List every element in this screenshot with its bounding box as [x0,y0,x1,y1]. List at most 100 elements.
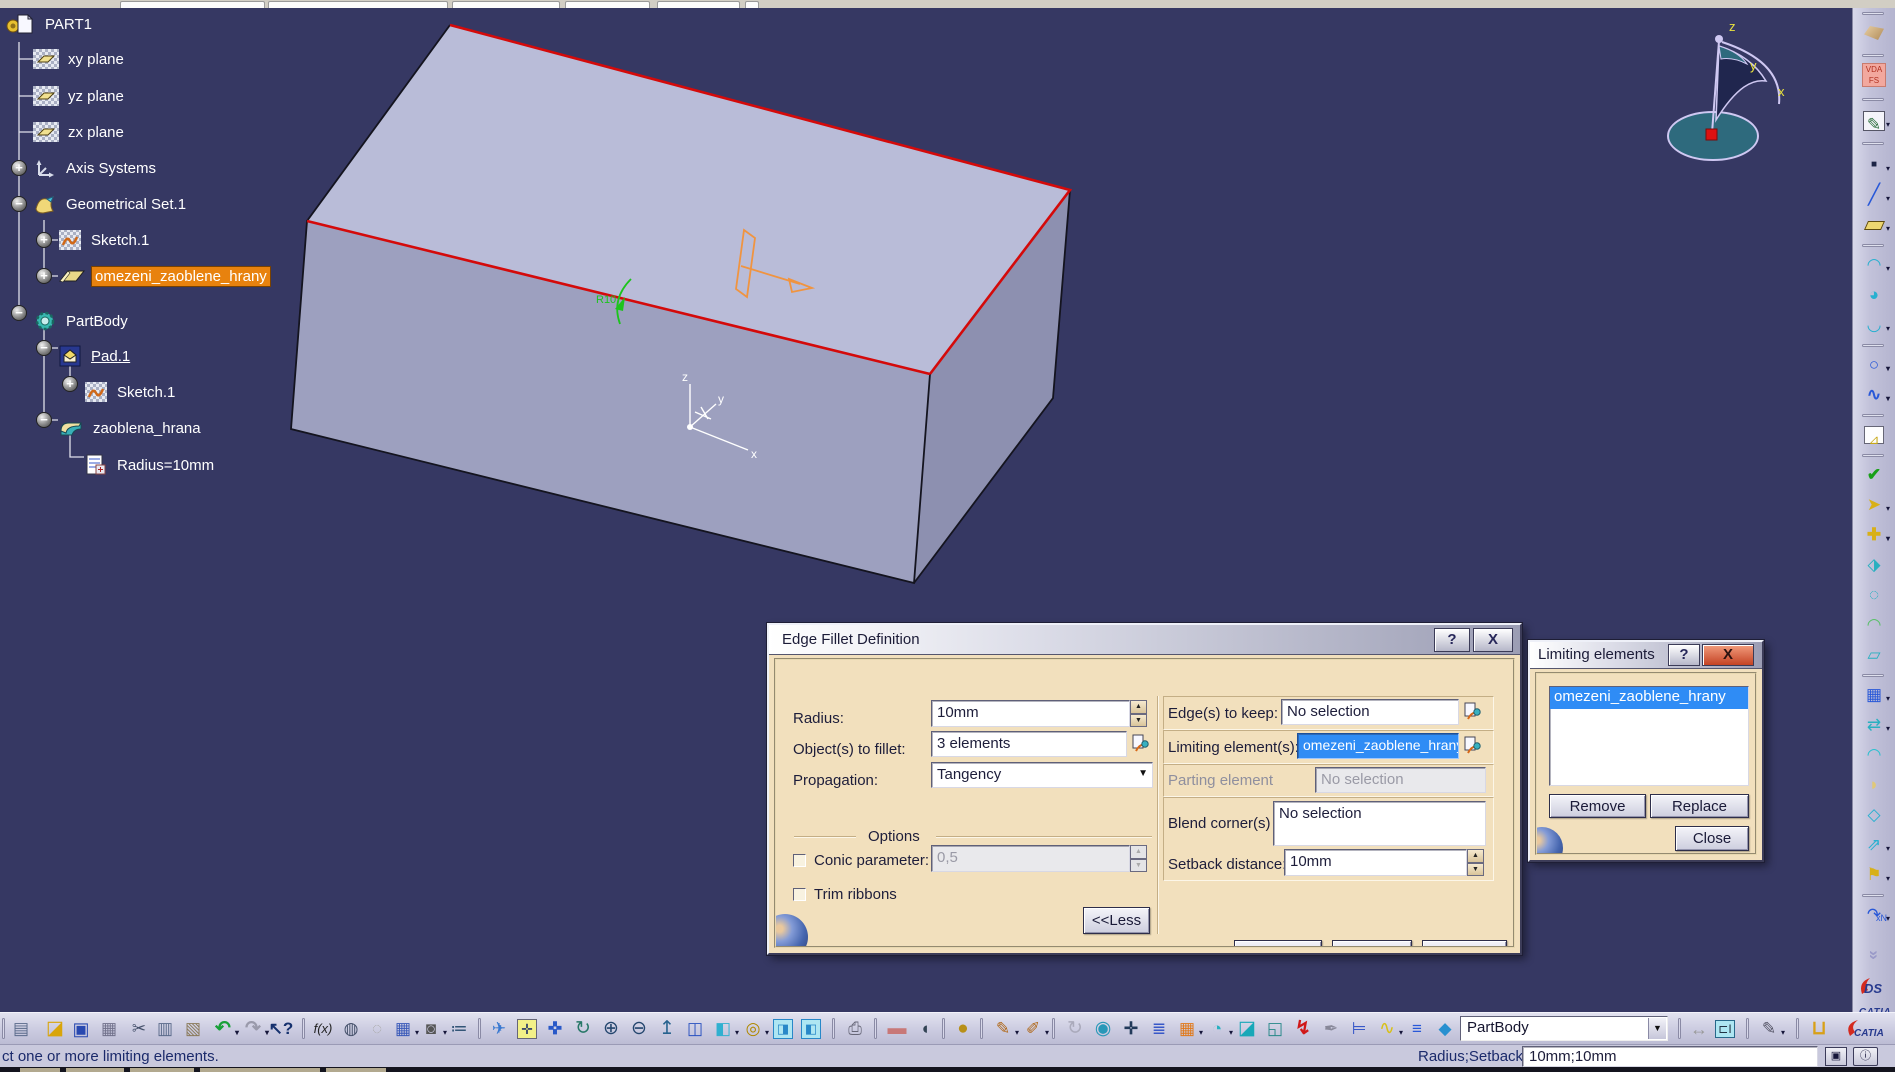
redo-icon[interactable]: ↷▾ [240,1016,266,1042]
knowledge-template-icon[interactable]: ✒ [1318,1016,1344,1042]
new-document-icon[interactable]: ▤ [8,1016,34,1042]
chevron-down-icon[interactable]: ▼ [1138,768,1148,779]
generative-swoosh-icon[interactable]: ∿▾ [1374,1016,1400,1042]
pattern-icon[interactable]: ▦▾ [1861,682,1887,708]
dialog-toggle-button[interactable]: ▣ [1825,1047,1847,1066]
spline-icon[interactable]: ∿▾ [1861,382,1887,408]
tree-item-partbody[interactable]: PartBody [33,309,131,333]
ok-button[interactable]: OK [1234,940,1322,948]
edge-fillet-dialog-titlebar[interactable]: Edge Fillet Definition [769,625,1520,655]
less-button[interactable]: <<Less [1083,907,1150,934]
setback-spinner[interactable]: ▲▼ [1467,849,1484,876]
tree-item-geometrical-set[interactable]: Geometrical Set.1 [33,192,189,216]
revolve-surface-icon[interactable]: ◕ [1861,282,1887,308]
boundary-icon[interactable]: ◠ [1861,612,1887,638]
shading-mode-icon[interactable]: ◎▾ [740,1016,766,1042]
active-workbench-icon[interactable] [1861,20,1887,46]
tree-item-axis-systems[interactable]: Axis Systems [33,156,159,180]
toolbar-handle[interactable] [2,1018,5,1039]
expander-partbody[interactable] [11,305,27,321]
edges-to-keep-input[interactable]: No selection [1281,699,1459,725]
toolbar-handle[interactable] [1862,98,1884,101]
tree-item-sketch1[interactable]: Sketch.1 [58,228,152,252]
tree-item-zx-plane[interactable]: zx plane [33,120,127,144]
formula-fx-icon[interactable]: f(x) [310,1016,336,1042]
dome-icon[interactable]: ◠ [1861,742,1887,768]
radius-input[interactable]: 10mm [931,700,1130,727]
unfold-icon[interactable]: ◇ [1861,802,1887,828]
swoosh-arrow-icon[interactable]: ➤▾ [1861,492,1887,518]
expander-pad1[interactable] [36,340,52,356]
ruler-measure-icon[interactable]: ▬ [884,1016,910,1042]
info-button[interactable]: ⓘ [1853,1047,1878,1066]
sweep-surface-icon[interactable]: ◡▾ [1861,312,1887,338]
copy-icon[interactable]: ▥ [152,1016,178,1042]
tree-item-xy-plane[interactable]: xy plane [33,47,127,71]
expander-sketch1[interactable] [36,232,52,248]
expander-omezeni[interactable] [36,268,52,284]
measure-inertia-icon[interactable]: ● [950,1016,976,1042]
tree-item-zaoblena-hrana[interactable]: zaoblena_hrana [58,416,204,440]
measure-item-icon[interactable]: ⊏I [1712,1016,1738,1042]
extrude-surface-icon[interactable]: ◠▾ [1861,252,1887,278]
axis-system-icon[interactable]: ✛ [1118,1016,1144,1042]
plane-icon[interactable]: ▾ [1861,212,1887,238]
multi-view-icon[interactable]: ◫ [682,1016,708,1042]
extract-icon[interactable]: ▱ [1861,642,1887,668]
body-selector-combo[interactable]: PartBody ▼ [1460,1016,1668,1041]
zoom-in-icon[interactable]: ⊕ [598,1016,624,1042]
point-icon[interactable]: ■▾ [1861,152,1887,178]
cut-icon[interactable]: ✂ [126,1016,152,1042]
tree-item-part1[interactable]: PART1 [6,12,95,36]
element-selector-icon[interactable] [1463,701,1481,723]
help-pointer-icon[interactable]: ↖? [268,1016,294,1042]
element-selector-icon[interactable] [1463,735,1481,757]
repeat-xn-icon[interactable]: ↷xN▾ [1861,902,1887,928]
fit-all-in-icon[interactable]: ✛ [514,1016,540,1042]
hide-show-icon[interactable]: ◨ [770,1016,796,1042]
immersive-view-icon[interactable]: ◖ [912,1016,938,1042]
transfer-icon[interactable]: ⇗▾ [1861,832,1887,858]
limiting-elements-list[interactable]: omezeni_zaoblene_hrany [1549,686,1749,786]
expander-axis-systems[interactable] [11,160,27,176]
save-icon[interactable]: ▣ [68,1016,94,1042]
line-icon[interactable]: ╱▾ [1861,182,1887,208]
pan-icon[interactable]: ✜ [542,1016,568,1042]
trim-ribbons-checkbox[interactable] [793,888,806,901]
paste-icon[interactable]: ▧ [180,1016,206,1042]
toolbar-handle[interactable] [1862,414,1884,417]
fly-mode-icon[interactable]: ✈ [486,1016,512,1042]
sketch-constraints-icon[interactable]: ✐▾ [1020,1016,1046,1042]
hold-shape-icon[interactable]: ⊔ [1806,1016,1832,1042]
toolbar-handle[interactable] [1862,674,1884,677]
element-selector-icon[interactable] [1131,733,1149,755]
tree-expansion-icon[interactable]: ⊨ [1346,1016,1372,1042]
expander-geometrical-set[interactable] [11,196,27,212]
more-tools-chevron-icon[interactable]: » [1861,942,1887,968]
replace-button[interactable]: Replace [1650,794,1749,818]
close-icon[interactable]: X [1473,628,1513,652]
open-folder-icon[interactable]: ◪ [42,1016,68,1042]
toolbar-handle[interactable] [1862,894,1884,897]
catalog-browser-icon[interactable]: ✎▾ [1756,1016,1782,1042]
preview-button[interactable]: Preview [1422,940,1507,948]
propagation-dropdown[interactable]: Tangency ▼ [931,762,1153,788]
lock-icon[interactable]: ◙▾ [418,1016,444,1042]
help-button[interactable]: ? [1434,628,1470,652]
work-on-support-icon[interactable]: ▦▾ [1174,1016,1200,1042]
law-curve-icon[interactable]: ⊿ [1861,422,1887,448]
toolbar-handle[interactable] [1862,54,1884,57]
print-3d-icon[interactable]: ⎙ [842,1016,868,1042]
tree-item-omezeni-zaoblene-hrany[interactable]: omezeni_zaoblene_hrany [58,264,270,288]
zoom-out-icon[interactable]: ⊖ [626,1016,652,1042]
undo-icon[interactable]: ↶▾ [210,1016,236,1042]
chevron-down-icon[interactable]: ▼ [1648,1018,1666,1039]
tree-item-pad1[interactable]: Pad.1 [58,344,133,368]
remove-button[interactable]: Remove [1549,794,1646,818]
isometric-view-icon[interactable]: ◧▾ [710,1016,736,1042]
expander-zaoblena[interactable] [36,412,52,428]
flag-icon[interactable]: ⚑▾ [1861,862,1887,888]
swap-visible-space-icon[interactable]: ◧ [798,1016,824,1042]
list-edit-icon[interactable]: ≡ [1404,1016,1430,1042]
tree-item-radius-parameter[interactable]: Radius=10mm [84,453,217,477]
